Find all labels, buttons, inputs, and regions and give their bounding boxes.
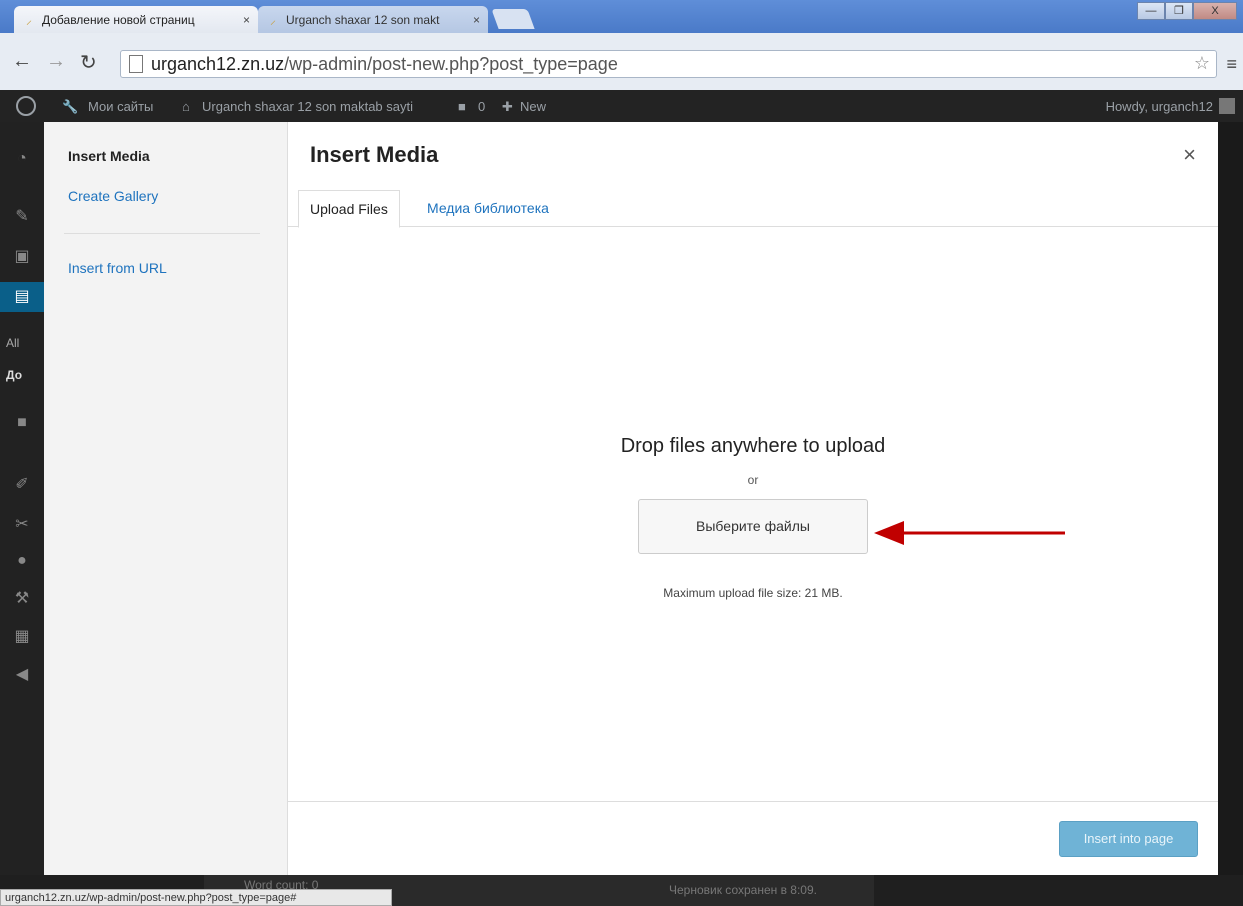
browser-tab-bar: ⸝ Добавление новой страниц × ⸝ Urganch s… xyxy=(0,0,1243,33)
nav-buttons: ← → ↻ xyxy=(12,50,97,75)
home-icon: ⌂ xyxy=(182,99,190,114)
address-bar[interactable]: urganch12.zn.uz/wp-admin/post-new.php?po… xyxy=(120,50,1217,78)
menu-add-page[interactable]: До xyxy=(0,360,44,390)
page-favicon-icon: ⸝ xyxy=(270,13,277,27)
browser-status-url: urganch12.zn.uz/wp-admin/post-new.php?po… xyxy=(0,889,392,906)
tab-close-icon[interactable]: × xyxy=(243,13,250,27)
minimize-button[interactable]: — xyxy=(1137,2,1165,20)
comments-count[interactable]: 0 xyxy=(478,99,485,114)
or-text: or xyxy=(747,473,759,487)
max-upload-size: Maximum upload file size: 21 MB. xyxy=(663,586,843,600)
browser-toolbar: ← → ↻ urganch12.zn.uz/wp-admin/post-new.… xyxy=(0,33,1243,90)
howdy-user[interactable]: Howdy, urganch12 xyxy=(1106,99,1213,114)
close-window-button[interactable]: X xyxy=(1193,2,1237,20)
users-icon[interactable]: ● xyxy=(0,546,44,576)
draft-saved-status: Черновик сохранен в 8:09. xyxy=(669,883,817,897)
drop-files-heading: Drop files anywhere to upload xyxy=(620,435,886,457)
maximize-button[interactable]: ❐ xyxy=(1165,2,1193,20)
wp-admin-menu: ◔ ✎ ▣ ▤ All До ■ ✐ ✂ ● ⚒ ▦ ◀ xyxy=(0,122,44,906)
tools-icon[interactable]: ⚒ xyxy=(0,584,44,614)
insert-into-page-button[interactable]: Insert into page xyxy=(1059,821,1198,857)
insert-media-modal: Insert Media Create Gallery Insert from … xyxy=(44,122,1218,875)
page-icon xyxy=(129,55,143,73)
window-controls: — ❐ X xyxy=(1137,2,1237,20)
plus-icon: ✚ xyxy=(502,99,513,114)
appearance-icon[interactable]: ✐ xyxy=(0,470,44,500)
tab-media-library[interactable]: Медиа библиотека xyxy=(416,190,560,228)
tab-label: Urganch shaxar 12 son makt xyxy=(286,13,440,27)
site-name-link[interactable]: Urganch shaxar 12 son maktab sayti xyxy=(202,99,413,114)
browser-tab-active[interactable]: ⸝ Добавление новой страниц × xyxy=(14,6,258,33)
divider xyxy=(64,233,260,234)
modal-toolbar: Insert into page xyxy=(288,801,1218,875)
bookmark-star-icon[interactable]: ☆ xyxy=(1194,53,1210,74)
menu-all-pages[interactable]: All xyxy=(0,328,44,358)
comments-icon: ■ xyxy=(458,99,466,114)
sidebar-title: Insert Media xyxy=(68,148,150,164)
avatar[interactable] xyxy=(1219,98,1235,114)
reload-icon[interactable]: ↻ xyxy=(80,50,97,75)
my-sites-link[interactable]: Мои сайты xyxy=(88,99,153,114)
page-favicon-icon: ⸝ xyxy=(26,13,33,27)
tab-close-icon[interactable]: × xyxy=(473,13,480,27)
forward-arrow-icon[interactable]: → xyxy=(46,50,66,75)
pages-icon[interactable]: ▤ xyxy=(0,282,44,312)
settings-icon[interactable]: ▦ xyxy=(0,622,44,652)
wp-admin-bar: 🔧 Мои сайты ⌂ Urganch shaxar 12 son makt… xyxy=(0,90,1243,122)
tab-upload-files[interactable]: Upload Files xyxy=(298,190,400,228)
browser-menu-icon[interactable]: ≡ xyxy=(1226,54,1237,75)
wrench-icon: 🔧 xyxy=(62,99,79,114)
create-gallery-link[interactable]: Create Gallery xyxy=(68,188,158,204)
new-link[interactable]: New xyxy=(520,99,546,114)
insert-from-url-link[interactable]: Insert from URL xyxy=(68,260,167,276)
pin-icon[interactable]: ✎ xyxy=(0,202,44,232)
red-arrow-annotation xyxy=(874,521,1065,545)
browser-tab-inactive[interactable]: ⸝ Urganch shaxar 12 son makt × xyxy=(258,6,488,33)
dashboard-icon[interactable]: ◔ xyxy=(0,144,44,174)
media-content: Insert Media × Upload Files Медиа библио… xyxy=(288,122,1218,875)
select-files-button[interactable]: Выберите файлы xyxy=(638,499,868,554)
tab-label: Добавление новой страниц xyxy=(42,13,195,27)
new-tab-button[interactable] xyxy=(491,9,535,29)
wordpress-logo-icon[interactable] xyxy=(16,96,36,116)
comments-menu-icon[interactable]: ■ xyxy=(0,408,44,438)
media-tabs: Upload Files Медиа библиотека xyxy=(288,182,1218,228)
plugins-icon[interactable]: ✂ xyxy=(0,510,44,540)
url-host: urganch12.zn.uz xyxy=(151,54,285,74)
collapse-icon[interactable]: ◀ xyxy=(0,660,44,690)
url-path: /wp-admin/post-new.php?post_type=page xyxy=(284,54,618,74)
back-arrow-icon[interactable]: ← xyxy=(12,50,32,75)
modal-title: Insert Media xyxy=(310,142,439,167)
media-sidebar: Insert Media Create Gallery Insert from … xyxy=(44,122,288,875)
close-icon[interactable]: × xyxy=(1183,142,1196,168)
media-icon[interactable]: ▣ xyxy=(0,242,44,272)
upload-drop-zone[interactable]: Drop files anywhere to upload or Выберит… xyxy=(288,228,1218,801)
